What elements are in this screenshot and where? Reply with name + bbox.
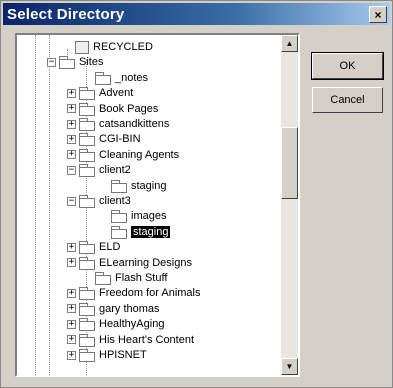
tree-item-label: Cleaning Agents — [99, 148, 180, 161]
recycle-bin-icon — [75, 40, 89, 54]
tree-item-label: HPISNET — [99, 349, 147, 361]
tree-item[interactable]: RECYCLED — [75, 39, 153, 55]
folder-icon — [59, 56, 75, 70]
tree-item[interactable]: − client3 — [67, 193, 131, 209]
tree-item-label: ELD — [99, 241, 121, 254]
tree-item-label: HealthyAging — [99, 318, 165, 331]
folder-icon — [79, 148, 95, 162]
tree-item-label: RECYCLED — [93, 41, 153, 53]
folder-icon — [95, 272, 111, 285]
folder-icon — [79, 349, 95, 362]
tree-item[interactable]: − client2 — [67, 162, 131, 178]
tree-item-label: Sites — [79, 56, 104, 69]
folder-icon — [111, 210, 127, 224]
folder-icon — [79, 87, 95, 101]
tree-item-label: staging — [131, 179, 167, 192]
tree-item[interactable]: Flash Stuff — [95, 270, 167, 286]
tree-item-label: Book Pages — [99, 102, 159, 115]
tree-item[interactable]: + Cleaning Agents — [67, 147, 179, 163]
scroll-down-button[interactable]: ▼ — [281, 358, 298, 375]
tree-item[interactable]: + CGI-BIN — [67, 131, 141, 147]
tree-viewport: RECYCLED − Sites _notes + Advent + Book Pages + c… — [17, 35, 281, 375]
tree-item[interactable]: + HPISNET — [67, 347, 147, 363]
expand-toggle[interactable]: + — [67, 150, 76, 160]
tree-item-label: staging — [131, 225, 171, 238]
tree-item[interactable]: + catsandkittens — [67, 116, 169, 132]
arrow-up-icon: ▲ — [285, 39, 294, 48]
tree-item[interactable]: + Book Pages — [67, 101, 158, 117]
scroll-thumb[interactable] — [281, 127, 298, 199]
folder-icon — [79, 318, 95, 332]
tree-item-label: Flash Stuff — [115, 272, 168, 284]
collapse-toggle[interactable]: − — [67, 196, 76, 206]
tree-item[interactable]: + ELD — [67, 239, 120, 255]
expand-toggle[interactable]: + — [67, 335, 76, 345]
collapse-toggle[interactable]: − — [47, 57, 56, 67]
folder-icon — [79, 287, 95, 301]
expand-toggle[interactable]: + — [67, 319, 76, 329]
directory-tree[interactable]: RECYCLED − Sites _notes + Advent + Book Pages + c… — [15, 33, 300, 377]
tree-item[interactable]: + ELearning Designs — [67, 255, 192, 271]
tree-item[interactable]: images — [111, 208, 166, 224]
tree-item[interactable]: _notes — [95, 70, 148, 86]
tree-item[interactable]: − Sites — [47, 54, 103, 70]
tree-item[interactable]: + gary thomas — [67, 301, 160, 317]
collapse-toggle[interactable]: − — [67, 165, 76, 175]
ok-button[interactable]: OK — [311, 52, 384, 80]
expand-toggle[interactable]: + — [67, 242, 76, 252]
tree-item-label: His Heart's Content — [99, 333, 195, 346]
tree-item-label: ELearning Designs — [99, 256, 192, 269]
folder-icon — [111, 179, 127, 193]
scroll-up-button[interactable]: ▲ — [281, 35, 298, 52]
expand-toggle[interactable]: + — [67, 304, 76, 314]
folder-icon — [79, 133, 95, 147]
tree-item-label: client3 — [99, 195, 131, 207]
expand-toggle[interactable]: + — [67, 288, 76, 298]
tree-item-label: gary thomas — [99, 302, 160, 315]
folder-icon — [79, 256, 95, 270]
tree-item-label: Advent — [99, 87, 134, 100]
folder-icon — [79, 164, 95, 178]
tree-item-label: client2 — [99, 164, 131, 177]
expand-toggle[interactable]: + — [67, 350, 76, 360]
tree-item[interactable]: + HealthyAging — [67, 316, 164, 332]
close-icon: × — [374, 7, 382, 22]
tree-item-label: images — [131, 210, 167, 223]
expand-toggle[interactable]: + — [67, 258, 76, 268]
tree-item[interactable]: staging — [111, 224, 171, 240]
title-bar[interactable]: Select Directory × — [3, 3, 390, 25]
tree-item[interactable]: + His Heart's Content — [67, 332, 194, 348]
tree-item-label: Freedom for Animals — [99, 287, 201, 300]
folder-icon — [95, 71, 111, 85]
expand-toggle[interactable]: + — [67, 134, 76, 144]
tree-item[interactable]: + Freedom for Animals — [67, 285, 200, 301]
folder-icon — [79, 102, 95, 116]
dialog-title: Select Directory — [7, 5, 125, 23]
folder-icon — [79, 333, 95, 347]
tree-item[interactable]: staging — [111, 178, 166, 194]
expand-toggle[interactable]: + — [67, 119, 76, 129]
folder-icon — [79, 241, 95, 255]
select-directory-dialog: Select Directory × RECYCLED − Sites _notes +… — [0, 0, 393, 388]
close-button[interactable]: × — [369, 6, 387, 23]
expand-toggle[interactable]: + — [67, 104, 76, 114]
tree-guide-line — [49, 35, 50, 375]
tree-item-label: catsandkittens — [99, 118, 170, 130]
folder-icon — [79, 302, 95, 316]
folder-icon — [79, 118, 95, 131]
tree-guide-line — [35, 35, 36, 375]
expand-toggle[interactable]: + — [67, 88, 76, 98]
cancel-button[interactable]: Cancel — [312, 87, 383, 113]
folder-icon — [111, 225, 127, 239]
tree-item-label: _notes — [115, 71, 149, 84]
tree-item-label: CGI-BIN — [99, 133, 141, 146]
folder-icon — [79, 195, 95, 208]
tree-item[interactable]: + Advent — [67, 85, 133, 101]
arrow-down-icon: ▼ — [285, 362, 294, 371]
vertical-scrollbar[interactable]: ▲ ▼ — [281, 35, 298, 375]
